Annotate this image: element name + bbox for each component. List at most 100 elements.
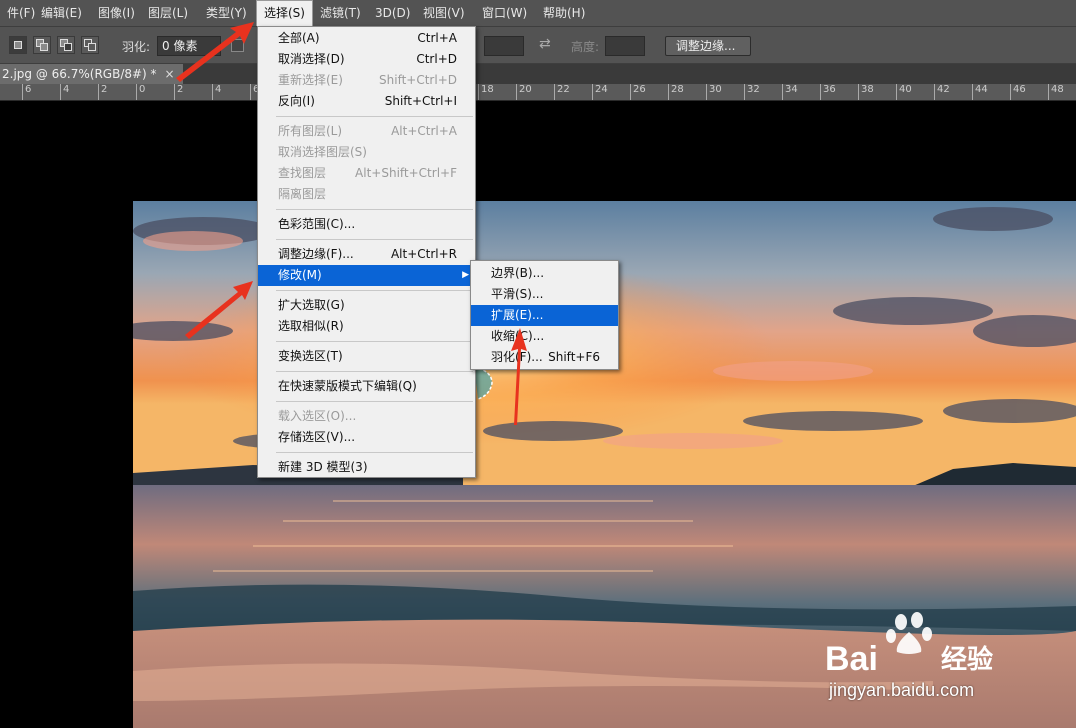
select-menu-item-13[interactable]: 修改(M) ▶ bbox=[258, 265, 475, 286]
menubar-item-2[interactable]: 图像(I) bbox=[91, 0, 142, 26]
document-tab[interactable]: 2.jpg @ 66.7%(RGB/8#) * × bbox=[0, 64, 183, 84]
menu-separator bbox=[276, 371, 473, 372]
menubar-item-4[interactable]: 类型(Y) bbox=[199, 0, 254, 26]
modify-submenu-item-0[interactable]: 边界(B)... bbox=[471, 263, 618, 284]
select-menu-item-shortcut: Shift+Ctrl+I bbox=[384, 94, 457, 108]
menu-separator bbox=[276, 239, 473, 240]
select-menu-item-8: 隔离图层 bbox=[258, 184, 475, 205]
ruler-tick-label: 6 bbox=[22, 84, 31, 100]
ruler-tick-label: 4 bbox=[212, 84, 221, 100]
menu-separator bbox=[276, 209, 473, 210]
ruler-tick-label: 34 bbox=[782, 84, 798, 100]
select-menu-item-label: 变换选区(T) bbox=[278, 349, 343, 363]
select-menu-item-5: 所有图层(L) Alt+Ctrl+A bbox=[258, 121, 475, 142]
ruler-tick-label: 48 bbox=[1048, 84, 1064, 100]
ruler-tick-label: 26 bbox=[630, 84, 646, 100]
menubar-item-3[interactable]: 图层(L) bbox=[141, 0, 195, 26]
menubar-item-5[interactable]: 选择(S) bbox=[256, 0, 313, 26]
select-menu-item-shortcut: Ctrl+A bbox=[417, 31, 457, 45]
select-menu-item-shortcut: Alt+Ctrl+A bbox=[391, 124, 457, 138]
menubar-item-7[interactable]: 3D(D) bbox=[368, 0, 417, 26]
select-menu-item-6: 取消选择图层(S) bbox=[258, 142, 475, 163]
height-input[interactable] bbox=[605, 36, 645, 56]
modify-submenu-item-1[interactable]: 平滑(S)... bbox=[471, 284, 618, 305]
select-menu-item-0[interactable]: 全部(A) Ctrl+A bbox=[258, 28, 475, 49]
menu-separator bbox=[276, 290, 473, 291]
ruler-tick-label: 20 bbox=[516, 84, 532, 100]
refine-edge-button[interactable]: 调整边缘... bbox=[665, 36, 751, 56]
add-to-selection-mode-icon[interactable] bbox=[33, 36, 51, 54]
select-menu-item-18[interactable]: 变换选区(T) bbox=[258, 346, 475, 367]
select-menu-item-23[interactable]: 存储选区(V)... bbox=[258, 427, 475, 448]
menubar-item-1[interactable]: 编辑(E) bbox=[34, 0, 89, 26]
menu-bar: 件(F) 编辑(E) 图像(I) 图层(L) 类型(Y) 选择(S) 滤镜(T) 3D(D) 视… bbox=[0, 0, 1076, 26]
select-menu-item-label: 扩大选取(G) bbox=[278, 298, 345, 312]
select-menu-item-1[interactable]: 取消选择(D) Ctrl+D bbox=[258, 49, 475, 70]
ruler-tick-label: 4 bbox=[60, 84, 69, 100]
subtract-from-selection-mode-icon[interactable] bbox=[57, 36, 75, 54]
menu-separator bbox=[276, 452, 473, 453]
select-menu-item-3[interactable]: 反向(I) Shift+Ctrl+I bbox=[258, 91, 475, 112]
modify-submenu-item-label: 扩展(E)... bbox=[491, 308, 544, 322]
select-menu-item-shortcut: Alt+Shift+Ctrl+F bbox=[355, 166, 457, 180]
menubar-item-10[interactable]: 帮助(H) bbox=[536, 0, 592, 26]
select-menu-item-10[interactable]: 色彩范围(C)... bbox=[258, 214, 475, 235]
select-menu-item-label: 全部(A) bbox=[278, 31, 320, 45]
close-icon[interactable]: × bbox=[165, 67, 175, 81]
submenu-arrow-icon: ▶ bbox=[462, 270, 469, 280]
menubar-item-9[interactable]: 窗口(W) bbox=[475, 0, 534, 26]
menu-separator bbox=[276, 341, 473, 342]
select-menu-item-label: 取消选择图层(S) bbox=[278, 145, 367, 159]
select-menu-item-label: 反向(I) bbox=[278, 94, 315, 108]
select-menu-item-label: 重新选择(E) bbox=[278, 73, 343, 87]
height-label: 高度: bbox=[571, 40, 600, 54]
modify-submenu-item-4[interactable]: 羽化(F)... Shift+F6 bbox=[471, 347, 618, 368]
select-menu-item-label: 调整边缘(F)... bbox=[278, 247, 354, 261]
select-menu-item-label: 修改(M) bbox=[278, 268, 322, 282]
modify-submenu-item-label: 边界(B)... bbox=[491, 266, 545, 280]
select-menu-item-label: 取消选择(D) bbox=[278, 52, 345, 66]
select-menu-item-label: 色彩范围(C)... bbox=[278, 217, 356, 231]
modify-submenu: 边界(B)... 平滑(S)... 扩展(E)... 收缩(C)... 羽化(F)...… bbox=[470, 260, 619, 370]
new-selection-mode-icon[interactable] bbox=[9, 36, 27, 54]
select-menu-item-7: 查找图层 Alt+Shift+Ctrl+F bbox=[258, 163, 475, 184]
select-menu-item-shortcut: Alt+Ctrl+R bbox=[390, 247, 457, 261]
select-menu-item-shortcut: Shift+Ctrl+D bbox=[379, 73, 457, 87]
select-menu-item-label: 查找图层 bbox=[278, 166, 327, 180]
menu-separator bbox=[276, 116, 473, 117]
ruler-tick-label: 2 bbox=[98, 84, 107, 100]
select-menu-item-15[interactable]: 扩大选取(G) bbox=[258, 295, 475, 316]
select-menu-item-label: 载入选区(O)... bbox=[278, 409, 357, 423]
watermark-brand: Bai bbox=[825, 640, 878, 678]
select-menu-item-20[interactable]: 在快速蒙版模式下编辑(Q) bbox=[258, 376, 475, 397]
intersect-selection-mode-icon[interactable] bbox=[81, 36, 99, 54]
watermark-brand-cn: 经验 bbox=[941, 644, 993, 675]
select-menu-item-16[interactable]: 选取相似(R) bbox=[258, 316, 475, 337]
select-menu-item-12[interactable]: 调整边缘(F)... Alt+Ctrl+R bbox=[258, 244, 475, 265]
modify-submenu-item-shortcut: Shift+F6 bbox=[548, 350, 600, 364]
horizontal-ruler: 6420246810121416182022242628303234363840… bbox=[0, 84, 1076, 101]
ruler-tick-label: 38 bbox=[858, 84, 874, 100]
select-menu-item-label: 选取相似(R) bbox=[278, 319, 344, 333]
watermark-url: jingyan.baidu.com bbox=[829, 680, 975, 700]
menubar-item-6[interactable]: 滤镜(T) bbox=[313, 0, 368, 26]
modify-submenu-item-2[interactable]: 扩展(E)... bbox=[471, 305, 618, 326]
select-menu-item-2: 重新选择(E) Shift+Ctrl+D bbox=[258, 70, 475, 91]
select-menu-dropdown: 全部(A) Ctrl+A 取消选择(D) Ctrl+D 重新选择(E) Shift+Ctr… bbox=[257, 26, 476, 478]
feather-input[interactable]: 0 像素 bbox=[157, 36, 221, 56]
document-tab-title: 2.jpg @ 66.7%(RGB/8#) * bbox=[2, 67, 157, 81]
ruler-tick-label: 24 bbox=[592, 84, 608, 100]
anti-alias-checkbox[interactable] bbox=[231, 39, 244, 52]
menubar-item-8[interactable]: 视图(V) bbox=[416, 0, 472, 26]
select-menu-item-25[interactable]: 新建 3D 模型(3) bbox=[258, 457, 475, 478]
modify-submenu-item-3[interactable]: 收缩(C)... bbox=[471, 326, 618, 347]
swap-width-height-icon[interactable]: ⇄ bbox=[539, 36, 551, 52]
ruler-tick-label: 0 bbox=[136, 84, 145, 100]
ruler-tick-label: 28 bbox=[668, 84, 684, 100]
width-input[interactable] bbox=[484, 36, 524, 56]
select-menu-item-label: 所有图层(L) bbox=[278, 124, 343, 138]
modify-submenu-item-label: 平滑(S)... bbox=[491, 287, 544, 301]
feather-label: 羽化: bbox=[122, 40, 151, 54]
select-menu-item-shortcut: Ctrl+D bbox=[416, 52, 457, 66]
ruler-tick-label: 46 bbox=[1010, 84, 1026, 100]
